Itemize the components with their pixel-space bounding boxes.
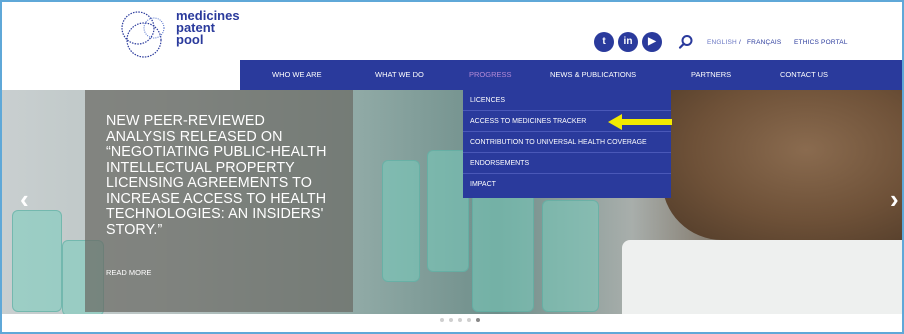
logo-line-3: pool: [176, 32, 204, 47]
search-icon[interactable]: [678, 34, 694, 50]
dropdown-item-uhc[interactable]: CONTRIBUTION TO UNIVERSAL HEALTH COVERAG…: [463, 132, 671, 153]
slider-prev-arrow-icon[interactable]: ‹: [20, 184, 29, 215]
nav-contact-us[interactable]: CONTACT US: [780, 60, 828, 90]
nav-what-we-do[interactable]: WHAT WE DO: [375, 60, 424, 90]
tray-image: [622, 240, 902, 314]
twitter-icon[interactable]: t: [594, 32, 614, 52]
dropdown-item-impact[interactable]: IMPACT: [463, 174, 671, 195]
headline-line: INCREASE ACCESS TO HEALTH: [106, 190, 327, 207]
nav-progress[interactable]: PROGRESS: [469, 60, 512, 90]
logo-mark-icon: [121, 11, 165, 58]
logo-wordmark: medicines patent pool: [176, 9, 240, 47]
youtube-icon[interactable]: ▶: [642, 32, 662, 52]
gloved-hand-image: [662, 90, 902, 240]
headline-line: “NEGOTIATING PUBLIC-HEALTH: [106, 144, 327, 160]
headline-line: LICENSING AGREEMENTS TO: [106, 175, 312, 191]
dropdown-item-licences[interactable]: LICENCES: [463, 90, 671, 111]
nav-partners[interactable]: PARTNERS: [691, 60, 731, 90]
highlight-arrow-icon: [608, 114, 672, 130]
hero-headline: NEW PEER-REVIEWED ANALYSIS RELEASED ON “…: [106, 113, 346, 238]
slider-dot[interactable]: [467, 318, 471, 322]
headline-line: NEW PEER-REVIEWED: [106, 113, 265, 129]
nav-who-we-are[interactable]: WHO WE ARE: [272, 60, 322, 90]
site-header: medicines patent pool t in ▶ ENGLISH / F…: [2, 2, 902, 60]
vial-image-part: [542, 200, 599, 312]
language-english-link[interactable]: ENGLISH: [707, 39, 737, 46]
main-navigation: WHO WE ARE WHAT WE DO PROGRESS NEWS & PU…: [240, 60, 902, 90]
slider-dot[interactable]: [440, 318, 444, 322]
site-logo[interactable]: medicines patent pool: [114, 6, 254, 66]
ethics-portal-link[interactable]: ETHICS PORTAL: [794, 39, 848, 46]
browser-frame: medicines patent pool t in ▶ ENGLISH / F…: [0, 0, 904, 334]
language-separator: /: [739, 39, 742, 46]
nav-news-publications[interactable]: NEWS & PUBLICATIONS: [550, 60, 636, 90]
headline-line: STORY.”: [106, 221, 163, 238]
slider-next-arrow-icon[interactable]: ›: [890, 184, 899, 215]
language-french-link[interactable]: FRANÇAIS: [747, 39, 781, 46]
vial-image-part: [472, 190, 534, 312]
progress-dropdown-menu: LICENCES ACCESS TO MEDICINES TRACKER CON…: [463, 90, 671, 198]
dropdown-item-endorsements[interactable]: ENDORSEMENTS: [463, 153, 671, 174]
slider-dot-active[interactable]: [476, 318, 480, 322]
linkedin-icon[interactable]: in: [618, 32, 638, 52]
slider-dot[interactable]: [458, 318, 462, 322]
vial-image-part: [382, 160, 420, 282]
headline-line: ANALYSIS RELEASED ON: [106, 128, 283, 145]
slider-dot[interactable]: [449, 318, 453, 322]
read-more-link[interactable]: READ MORE: [106, 268, 151, 277]
headline-line: TECHNOLOGIES: AN INSIDERS': [106, 206, 324, 222]
vial-image-part: [12, 210, 62, 312]
headline-line: INTELLECTUAL PROPERTY: [106, 159, 295, 176]
